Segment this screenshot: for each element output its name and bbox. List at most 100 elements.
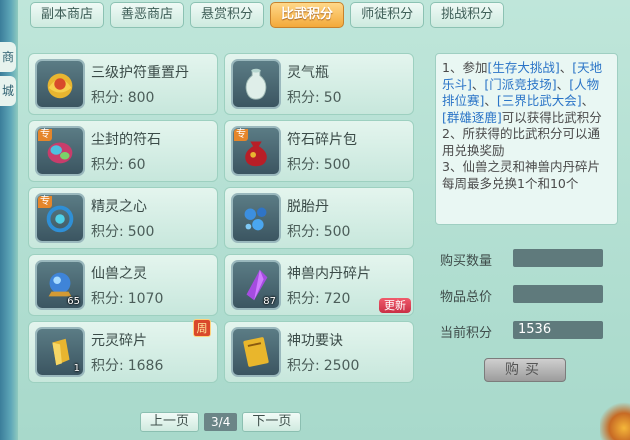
- item-score: 积分: 720: [287, 288, 350, 308]
- item-score: 积分: 1070: [91, 288, 163, 308]
- buy-button[interactable]: 购买: [484, 358, 566, 382]
- total-price-value: [513, 285, 603, 303]
- rule-line2: 2、所获得的比武积分可以通用兑换奖励: [442, 126, 600, 158]
- item-score: 积分: 500: [287, 221, 350, 241]
- quantity-input[interactable]: [513, 249, 603, 267]
- page-indicator: 3/4: [204, 413, 238, 431]
- item-card[interactable]: 脱胎丹 积分: 500: [224, 187, 414, 249]
- score-value: 800: [127, 90, 155, 106]
- item-score: 积分: 1686: [91, 355, 163, 375]
- score-value: 500: [323, 157, 351, 173]
- corner-ornament-icon: [600, 400, 630, 440]
- item-score: 积分: 500: [91, 221, 154, 241]
- side-tab-shang[interactable]: 商: [0, 42, 16, 72]
- score-label: 积分:: [287, 291, 320, 307]
- quantity: 65: [67, 296, 80, 307]
- exclusive-tag: 专: [234, 129, 248, 141]
- tab-karma-shop[interactable]: 善恶商店: [110, 2, 185, 28]
- item-card[interactable]: 65 仙兽之灵 积分: 1070: [28, 254, 218, 316]
- item-card[interactable]: 专 尘封的符石 积分: 60: [28, 120, 218, 182]
- score-value: 1686: [127, 358, 164, 374]
- item-card[interactable]: 神功要诀 积分: 2500: [224, 321, 414, 383]
- total-row: 物品总价: [440, 285, 610, 305]
- total-price-label: 物品总价: [440, 290, 493, 305]
- score-label: 积分:: [91, 157, 124, 173]
- tab-challenge-points[interactable]: 挑战积分: [430, 2, 505, 28]
- tab-duel-points[interactable]: 比武积分: [270, 2, 345, 28]
- golden-book-icon: [231, 327, 281, 377]
- score-label: 积分:: [91, 358, 124, 374]
- score-label: 积分:: [91, 291, 124, 307]
- score-value: 500: [323, 224, 351, 240]
- new-badge: 更新: [379, 298, 411, 313]
- current-points-label: 当前积分: [440, 326, 493, 341]
- quantity: 87: [263, 296, 276, 307]
- event-link[interactable]: [生存大挑战]: [487, 60, 559, 75]
- event-link[interactable]: [三界比武大会]: [497, 93, 582, 108]
- item-grid: 三级护符重置丹 积分: 800 灵气瓶 积分: 50 专 尘封的符石 积分: 60 专: [28, 53, 418, 383]
- current-points-value: 1536: [513, 321, 603, 339]
- score-label: 积分:: [91, 90, 124, 106]
- item-name: 灵气瓶: [287, 65, 329, 81]
- item-name: 元灵碎片: [91, 333, 147, 349]
- item-card[interactable]: 专 精灵之心 积分: 500: [28, 187, 218, 249]
- item-name: 符石碎片包: [287, 132, 357, 148]
- item-card[interactable]: 三级护符重置丹 积分: 800: [28, 53, 218, 115]
- item-name: 尘封的符石: [91, 132, 161, 148]
- item-name: 脱胎丹: [287, 199, 329, 215]
- quantity-row: 购买数量: [440, 249, 610, 269]
- score-label: 积分:: [287, 224, 320, 240]
- item-name: 神功要诀: [287, 333, 343, 349]
- item-name: 神兽内丹碎片: [287, 266, 371, 282]
- weekly-badge: 周: [193, 319, 211, 337]
- item-name: 精灵之心: [91, 199, 147, 215]
- vase-icon: [231, 59, 281, 109]
- score-value: 1070: [127, 291, 164, 307]
- side-panel-edge: 商 城: [0, 0, 18, 440]
- item-card[interactable]: 87 神兽内丹碎片 积分: 720 更新: [224, 254, 414, 316]
- item-score: 积分: 50: [287, 87, 342, 107]
- prev-page-button[interactable]: 上一页: [140, 412, 200, 432]
- event-link[interactable]: [门派竞技场]: [484, 77, 556, 92]
- rules-panel: 1、参加[生存大挑战]、[天地乐斗]、[门派竞技场]、[人物排位赛]、[三界比武…: [435, 53, 618, 225]
- next-page-button[interactable]: 下一页: [242, 412, 302, 432]
- score-label: 积分:: [287, 90, 320, 106]
- score-label: 积分:: [287, 358, 320, 374]
- item-score: 积分: 60: [91, 154, 146, 174]
- item-card[interactable]: 1 元灵碎片 积分: 1686 周: [28, 319, 218, 383]
- rule-line1-prefix: 1、参加: [442, 60, 488, 75]
- item-score: 积分: 800: [91, 87, 154, 107]
- side-tab-cheng[interactable]: 城: [0, 76, 16, 106]
- purple-crystal-icon: 87: [231, 260, 281, 310]
- quantity: 1: [73, 363, 80, 374]
- score-value: 50: [323, 90, 342, 106]
- exclusive-tag: 专: [38, 129, 52, 141]
- item-score: 积分: 500: [287, 154, 350, 174]
- gold-shard-icon: 1: [35, 327, 85, 377]
- rule-line1-suffix: 可以获得比武积分: [501, 109, 602, 125]
- score-value: 60: [127, 157, 146, 173]
- item-name: 仙兽之灵: [91, 266, 147, 282]
- beast-orb-icon: 65: [35, 260, 85, 310]
- tab-dungeon-shop[interactable]: 副本商店: [30, 2, 105, 28]
- item-score: 积分: 2500: [287, 355, 359, 375]
- pager: 上一页 3/4 下一页: [140, 411, 302, 433]
- score-value: 500: [127, 224, 155, 240]
- score-label: 积分:: [91, 224, 124, 240]
- score-value: 720: [323, 291, 351, 307]
- item-name: 三级护符重置丹: [91, 65, 189, 81]
- lotus-pill-icon: [35, 59, 85, 109]
- item-card[interactable]: 专 符石碎片包 积分: 500: [224, 120, 414, 182]
- rule-line3: 3、仙兽之灵和神兽内丹碎片每周最多兑换1个和10个: [442, 159, 600, 191]
- current-points-row: 当前积分 1536: [440, 321, 610, 341]
- score-value: 2500: [323, 358, 360, 374]
- red-bag-icon: 专: [231, 126, 281, 176]
- tab-mentor-points[interactable]: 师徒积分: [350, 2, 425, 28]
- quantity-label: 购买数量: [440, 254, 493, 269]
- tab-bounty-points[interactable]: 悬赏积分: [190, 2, 265, 28]
- item-card[interactable]: 灵气瓶 积分: 50: [224, 53, 414, 115]
- spirit-heart-icon: 专: [35, 193, 85, 243]
- exclusive-tag: 专: [38, 196, 52, 208]
- event-link[interactable]: [群雄逐鹿]: [442, 110, 502, 125]
- rune-stone-icon: 专: [35, 126, 85, 176]
